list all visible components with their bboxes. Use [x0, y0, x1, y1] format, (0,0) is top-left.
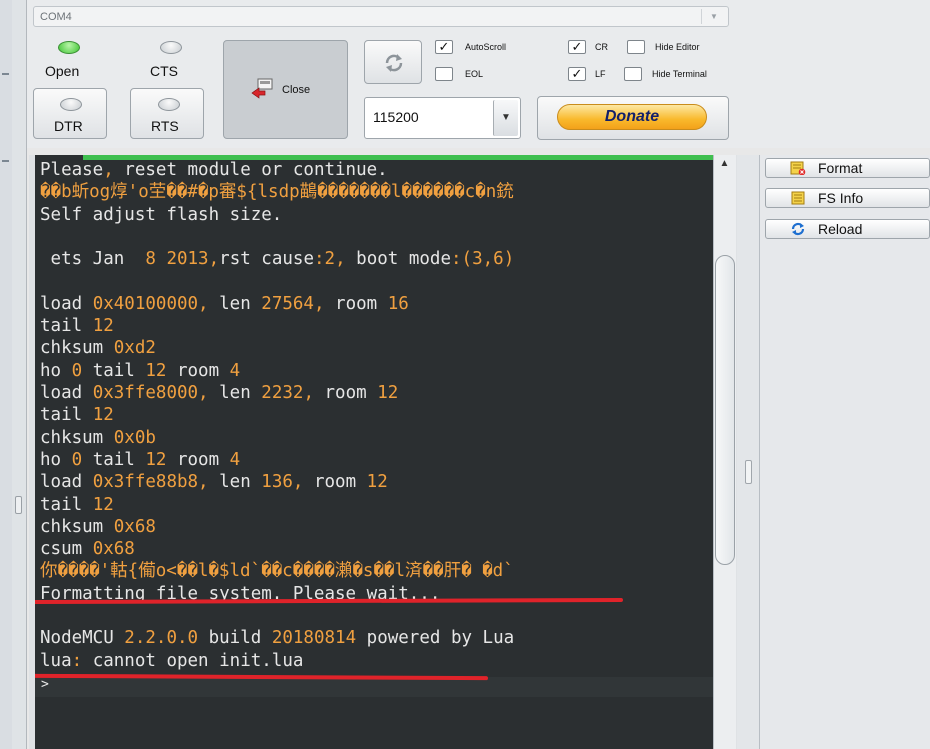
autoscroll-label: AutoScroll: [465, 42, 507, 52]
close-label: Close: [282, 84, 311, 96]
dtr-label: DTR: [54, 118, 83, 134]
terminal-line: NodeMCU 2.2.0.0 build 20180814 powered b…: [40, 628, 515, 649]
terminal-output[interactable]: Please, reset module or continue. ��b蚚og焞…: [35, 155, 713, 749]
edge-mark: [2, 73, 9, 75]
format-button[interactable]: Format: [765, 158, 930, 178]
reload-label: Reload: [818, 221, 863, 237]
hide-editor-checkbox[interactable]: [627, 40, 645, 54]
rts-led-icon: [158, 98, 180, 111]
cr-checkbox[interactable]: ✓: [568, 40, 586, 54]
disconnect-icon: [251, 78, 273, 99]
open-label: Open: [45, 63, 80, 79]
cr-label: CR: [595, 42, 608, 52]
terminal-line: ho 0 tail 12 room 4: [40, 449, 241, 470]
hide-terminal-label: Hide Terminal: [652, 69, 707, 79]
splitter-grip[interactable]: [15, 496, 22, 514]
fs-info-button[interactable]: FS Info: [765, 188, 930, 208]
port-select-value: COM4: [40, 11, 72, 23]
reload-button[interactable]: Reload: [765, 219, 930, 239]
terminal-line: ��b蚚og焞'o茔��#�p審${lsdp鶓�������l������c�n…: [40, 182, 514, 203]
hide-terminal-checkbox[interactable]: [624, 67, 642, 81]
terminal-line: tail 12: [40, 494, 114, 515]
terminal-line: chksum 0x0b: [40, 427, 156, 448]
terminal-line: ets Jan 8 2013,rst cause:2, boot mode:(3…: [40, 249, 515, 270]
terminal-line: csum 0x68: [40, 539, 135, 560]
eol-checkbox[interactable]: [435, 67, 453, 81]
terminal-prompt: >: [41, 677, 49, 692]
vertical-splitter[interactable]: [737, 155, 759, 749]
rts-label: RTS: [151, 118, 179, 134]
fs-info-label: FS Info: [818, 190, 864, 206]
baud-rate-select[interactable]: 115200 ▼: [364, 97, 521, 139]
format-icon: [790, 161, 806, 175]
chevron-down-icon[interactable]: ▼: [701, 9, 726, 24]
terminal-input-line[interactable]: [35, 677, 713, 697]
terminal-line: load 0x40100000, len 27564, room 16: [40, 293, 409, 314]
scroll-up-icon[interactable]: ▲: [717, 158, 732, 170]
dtr-button[interactable]: DTR: [33, 88, 107, 139]
cts-label: CTS: [150, 63, 178, 79]
edge-mark: [2, 160, 9, 162]
terminal-line: lua: cannot open init.lua: [40, 650, 304, 671]
refresh-ports-button[interactable]: [364, 40, 422, 84]
fs-info-icon: [791, 191, 805, 205]
donate-button[interactable]: Donate: [557, 104, 707, 130]
terminal-line: chksum 0xd2: [40, 338, 156, 359]
terminal-line: ho 0 tail 12 room 4: [40, 360, 241, 381]
terminal-scrollbar[interactable]: ▲: [713, 155, 736, 749]
terminal-line: Self adjust flash size.: [40, 204, 283, 225]
cts-led-icon: [160, 41, 182, 54]
terminal-line: chksum 0x68: [40, 516, 156, 537]
lf-checkbox[interactable]: ✓: [568, 67, 586, 81]
scrollbar-thumb[interactable]: [715, 255, 735, 565]
left-splitter[interactable]: [12, 0, 27, 749]
format-label: Format: [818, 160, 863, 176]
terminal-line: tail 12: [40, 405, 114, 426]
lf-label: LF: [595, 69, 606, 79]
splitter-grip[interactable]: [745, 460, 752, 484]
chevron-down-icon[interactable]: ▼: [493, 100, 518, 136]
refresh-icon: [385, 54, 403, 72]
reload-icon: [791, 222, 805, 236]
rts-button[interactable]: RTS: [130, 88, 204, 139]
terminal-line: load 0x3ffe8000, len 2232, room 12: [40, 383, 399, 403]
eol-label: EOL: [465, 69, 484, 79]
hide-editor-label: Hide Editor: [655, 42, 700, 52]
terminal-line: load 0x3ffe88b8, len 136, room 12: [40, 472, 388, 493]
dtr-led-icon: [60, 98, 82, 111]
port-select[interactable]: COM4 ▼: [33, 6, 729, 27]
file-commands-panel: [759, 155, 930, 749]
terminal-line: 你����'軲{僃o<��l�$ld`��c����瀨�s��l済��肝� �d…: [40, 561, 514, 582]
terminal-line: tail 12: [40, 316, 114, 337]
autoscroll-checkbox[interactable]: ✓: [435, 40, 453, 54]
terminal-line: Please, reset module or continue.: [40, 160, 388, 180]
open-led-icon: [58, 41, 80, 54]
baud-rate-value: 115200: [373, 109, 419, 125]
